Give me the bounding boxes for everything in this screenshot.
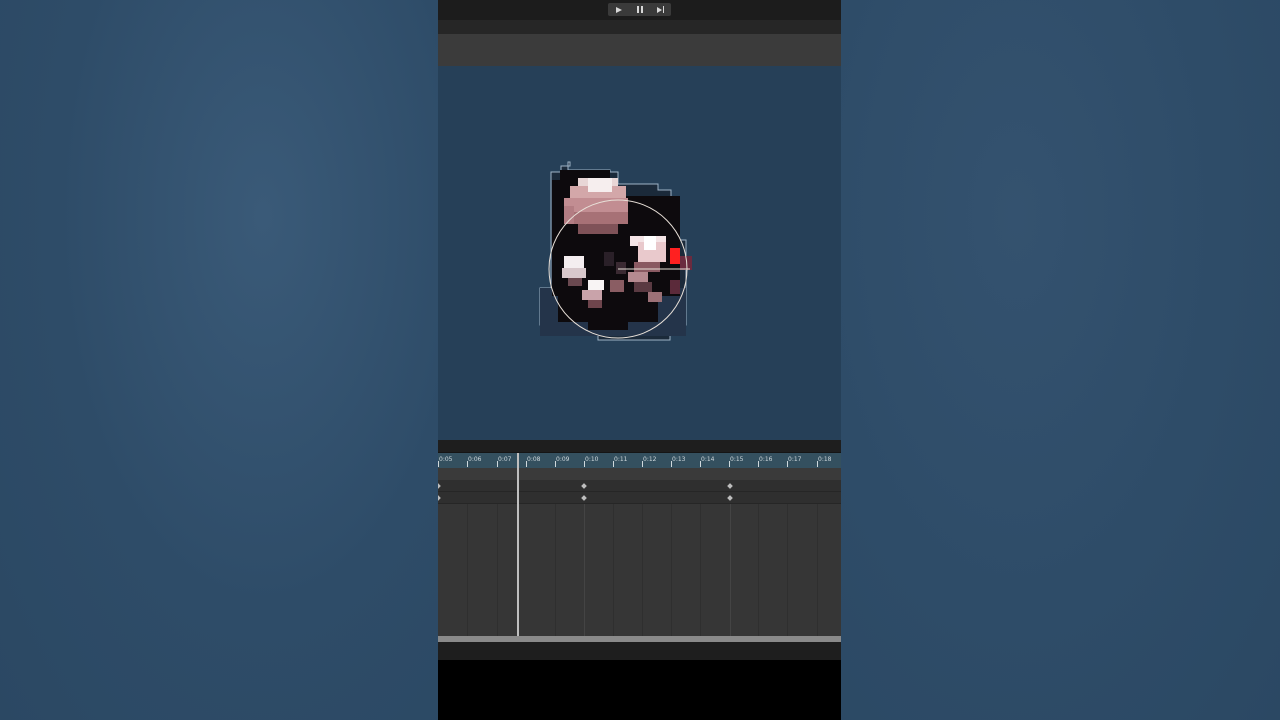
grid-line: [817, 504, 818, 648]
step-forward-icon: [656, 6, 665, 13]
ruler-tick: [526, 461, 527, 467]
grid-line: [787, 504, 788, 648]
playback-bar: [438, 0, 841, 20]
ruler-tick: [497, 461, 498, 467]
grid-line: [730, 504, 731, 648]
timeline-footer: [438, 642, 841, 660]
ruler-label: 0:15: [730, 456, 744, 463]
ruler-label: 0:08: [527, 456, 541, 463]
play-icon: [615, 6, 622, 13]
ruler-tick: [700, 461, 701, 467]
ruler-tick: [438, 461, 439, 467]
ruler-label: 0:17: [788, 456, 802, 463]
ruler-label: 0:06: [468, 456, 482, 463]
ruler-tick: [817, 461, 818, 467]
grid-line: [497, 504, 498, 648]
ruler-label: 0:16: [759, 456, 773, 463]
grid-line: [671, 504, 672, 648]
menu-strip: [438, 20, 841, 34]
grid-line: [700, 504, 701, 648]
playhead[interactable]: [517, 453, 519, 636]
ruler-tick: [555, 461, 556, 467]
ruler-tick: [729, 461, 730, 467]
step-forward-button[interactable]: [650, 3, 671, 16]
ruler-label: 0:11: [614, 456, 628, 463]
grid-line: [584, 504, 585, 648]
scene-viewport[interactable]: [438, 66, 841, 440]
ruler-label: 0:18: [818, 456, 832, 463]
grid-line: [758, 504, 759, 648]
track-row[interactable]: [438, 492, 841, 504]
ruler-tick: [467, 461, 468, 467]
ruler-label: 0:10: [585, 456, 599, 463]
timeline-ruler[interactable]: 0:05 0:06 0:07 0:08 0:09 0:10 0:11 0:12 …: [438, 453, 841, 468]
ruler-tick: [584, 461, 585, 467]
ruler-tick: [758, 461, 759, 467]
toolbar: [438, 34, 841, 66]
ruler-label: 0:07: [498, 456, 512, 463]
ruler-label: 0:12: [643, 456, 657, 463]
track-row[interactable]: [438, 480, 841, 492]
timeline-grid[interactable]: [438, 504, 841, 648]
grid-line: [467, 504, 468, 648]
grid-line: [613, 504, 614, 648]
editor-window: 0:05 0:06 0:07 0:08 0:09 0:10 0:11 0:12 …: [438, 0, 841, 720]
timeline-header: [438, 440, 841, 453]
ruler-label: 0:13: [672, 456, 686, 463]
background-left: [0, 0, 438, 720]
grid-line: [555, 504, 556, 648]
animation-timeline[interactable]: 0:05 0:06 0:07 0:08 0:09 0:10 0:11 0:12 …: [438, 440, 841, 648]
letterbox-bottom: [438, 660, 841, 720]
pause-icon: [636, 6, 643, 13]
background-right: [841, 0, 1280, 720]
ruler-label: 0:09: [556, 456, 570, 463]
play-button[interactable]: [608, 3, 629, 16]
ruler-label: 0:05: [439, 456, 453, 463]
sprite-canvas: [539, 161, 692, 341]
ruler-tick: [787, 461, 788, 467]
grid-line: [642, 504, 643, 648]
ruler-tick: [642, 461, 643, 467]
pause-button[interactable]: [629, 3, 650, 16]
ruler-tick: [613, 461, 614, 467]
ruler-tick: [671, 461, 672, 467]
transport-controls: [608, 3, 671, 16]
ruler-label: 0:14: [701, 456, 715, 463]
